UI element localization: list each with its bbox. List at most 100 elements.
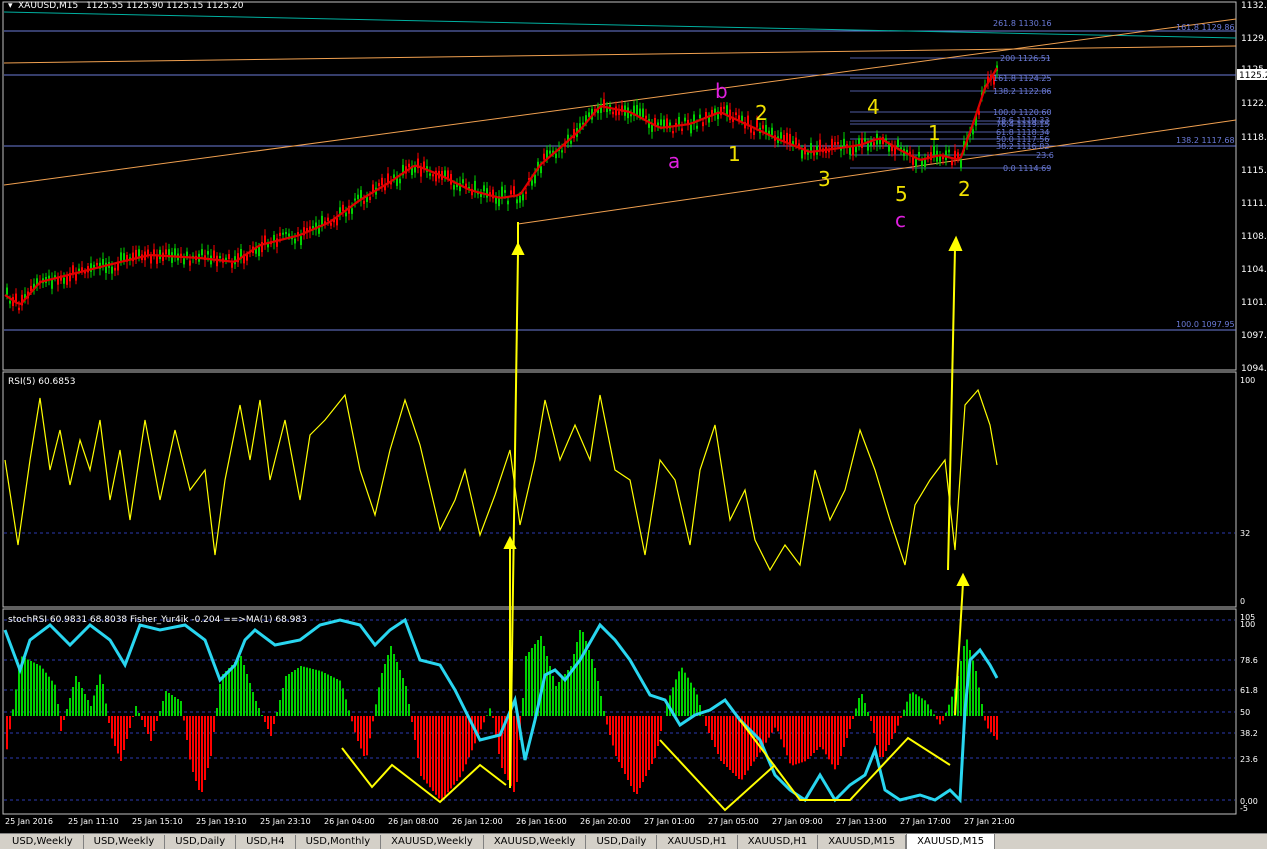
histogram-bar xyxy=(702,715,704,716)
histogram-bar xyxy=(303,666,305,716)
chart-tab[interactable]: XAUUSD,H1 xyxy=(737,835,819,849)
stochrsi-line xyxy=(3,617,999,804)
histogram-bar xyxy=(561,678,563,716)
histogram-bar xyxy=(39,665,41,716)
chart-window[interactable]: a b 1 2 3 4 5 c 1 2 261.8 1130.16 161.8 … xyxy=(0,0,1267,833)
chart-tab[interactable]: XAUUSD,H1 xyxy=(657,835,738,849)
histogram-bar xyxy=(906,701,908,716)
wave-label-2: 2 xyxy=(755,101,768,125)
fib-label: 138.2 1117.68 xyxy=(1176,136,1235,145)
histogram-bar xyxy=(357,716,359,741)
rsi-panel[interactable] xyxy=(2,371,1237,608)
time-tick: 25 Jan 2016 xyxy=(5,817,53,826)
rsi-header: RSI(5) 60.6853 xyxy=(8,377,75,387)
histogram-bar xyxy=(186,716,188,740)
histogram-bar xyxy=(573,654,575,716)
rsi-line xyxy=(4,388,998,572)
histogram-bar xyxy=(294,670,296,716)
price-channel[interactable] xyxy=(3,18,1237,225)
wave-label-a: a xyxy=(668,149,680,173)
main-panel[interactable] xyxy=(2,1,1237,371)
histogram-bar xyxy=(489,708,491,716)
candle-body xyxy=(933,145,935,156)
wave-label-1b: 1 xyxy=(928,121,941,145)
histogram-bar xyxy=(9,716,11,730)
histogram-bar xyxy=(312,669,314,716)
price-tick: 1129.4 xyxy=(1241,34,1267,44)
histogram-bar xyxy=(150,716,152,741)
candle-body xyxy=(300,236,302,246)
histogram-bar xyxy=(660,716,662,731)
chart-tab[interactable]: XAUUSD,Weekly xyxy=(381,835,484,849)
histogram-bar xyxy=(285,676,287,716)
candle-body xyxy=(6,287,8,295)
histogram-bar xyxy=(129,716,131,728)
histogram-bar xyxy=(534,644,536,716)
fib-label: 161.8 1124.25 xyxy=(993,74,1052,83)
candle-body xyxy=(111,266,113,274)
histogram-bar xyxy=(717,716,719,754)
time-axis[interactable]: 25 Jan 2016 25 Jan 11:10 25 Jan 15:10 25… xyxy=(5,817,1015,826)
histogram-bar xyxy=(591,659,593,716)
histogram-bar xyxy=(675,679,677,716)
histogram-bar xyxy=(318,670,320,716)
chart-tab[interactable]: USD,Monthly xyxy=(295,835,382,849)
chart-tab[interactable]: USD,Weekly xyxy=(83,835,166,849)
price-axis[interactable]: 1132.8 1129.4 1125.7 1122.4 1118.7 1115.… xyxy=(1241,1,1267,374)
fib-label: 200 1126.51 xyxy=(1000,54,1051,63)
wave-label-4: 4 xyxy=(867,95,880,119)
stoch-panel[interactable] xyxy=(2,608,1237,815)
price-tick: 1111.6 xyxy=(1241,199,1267,209)
histogram-bar xyxy=(690,682,692,716)
chart-tab[interactable]: XAUUSD,M15 xyxy=(818,835,907,849)
candle-body xyxy=(612,111,614,115)
histogram-bar xyxy=(117,716,119,754)
stoch-level: 100 xyxy=(1240,620,1255,629)
histogram-bar xyxy=(729,716,731,770)
chart-tab-active[interactable]: XAUUSD,M15 xyxy=(906,833,996,849)
histogram-bar xyxy=(429,716,431,788)
histogram-bar xyxy=(786,716,788,756)
histogram-bar xyxy=(153,716,155,731)
chart-tab[interactable]: XAUUSD,Weekly xyxy=(483,835,587,849)
histogram-bar xyxy=(66,709,68,716)
histogram-bar xyxy=(807,716,809,759)
candle-body xyxy=(174,248,176,256)
candle-body xyxy=(18,307,20,311)
histogram-bar xyxy=(924,700,926,716)
candle-body xyxy=(345,212,347,217)
histogram-bar xyxy=(138,713,140,716)
candle-body xyxy=(480,193,482,198)
candle-body xyxy=(555,153,557,159)
chart-tab[interactable]: USD,Weekly xyxy=(2,835,84,849)
candle-body xyxy=(120,252,122,261)
histogram-bar xyxy=(687,677,689,716)
chart-tab[interactable]: USD,Daily xyxy=(586,835,658,849)
candle-body xyxy=(171,252,173,263)
histogram-bar xyxy=(264,716,266,722)
chart-collapse-icon[interactable]: ▾ xyxy=(8,1,13,11)
candle-body xyxy=(897,139,899,147)
chart-tab[interactable]: USD,Daily xyxy=(165,835,237,849)
histogram-bar xyxy=(492,716,494,718)
time-tick: 26 Jan 20:00 xyxy=(580,817,631,826)
histogram-bar xyxy=(639,716,641,788)
fib-labels: 261.8 1130.16 161.8 1129.86 200 1126.51 … xyxy=(993,19,1235,329)
histogram-bar xyxy=(366,716,368,756)
wave-label-1: 1 xyxy=(728,142,741,166)
candle-body xyxy=(501,186,503,198)
rsi-level: 100 xyxy=(1240,376,1255,385)
histogram-bar xyxy=(6,716,8,750)
candle-body xyxy=(186,251,188,257)
candle-body xyxy=(495,197,497,204)
histogram-bar xyxy=(939,716,941,725)
histogram-bar xyxy=(204,716,206,780)
histogram-bar xyxy=(78,682,80,716)
candle-body xyxy=(363,200,365,204)
histogram-bar xyxy=(741,716,743,780)
candle-body xyxy=(228,254,230,260)
histogram-bar xyxy=(912,692,914,716)
chart-tab[interactable]: USD,H4 xyxy=(236,835,296,849)
histogram-bar xyxy=(156,716,158,721)
candle-body xyxy=(852,146,854,156)
